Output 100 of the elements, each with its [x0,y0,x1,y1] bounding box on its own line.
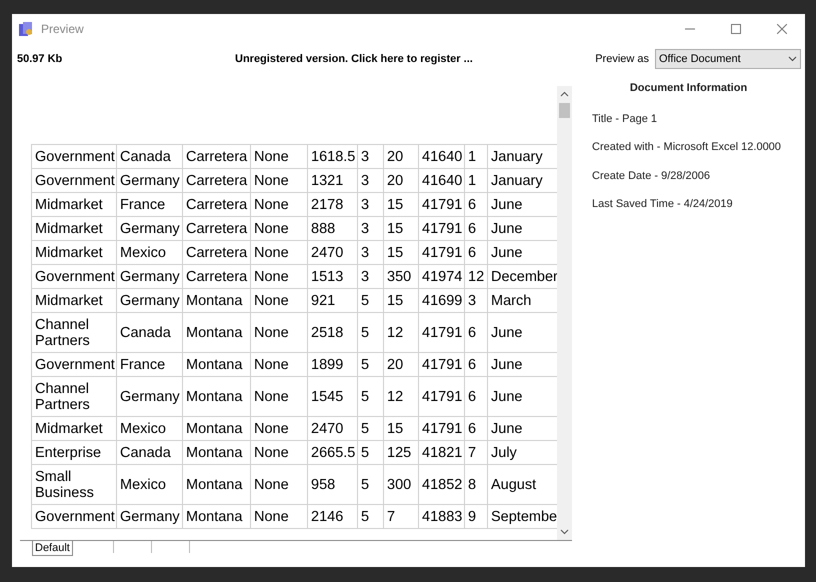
table-cell: 2518 [308,312,358,352]
table-cell: 41791 [418,352,464,376]
table-cell: 6 [464,192,488,216]
table-cell: Carretera [182,192,250,216]
table-cell: 3 [358,192,384,216]
table-cell: Channel Partners [32,376,116,416]
table-cell: 15 [384,416,418,440]
info-line: Last Saved Time - 4/24/2019 [592,197,734,212]
table-cell: 1321 [308,168,358,192]
table-cell: 7 [384,504,418,528]
table-cell: 6 [464,312,488,352]
table-cell: Midmarket [32,192,116,216]
table-cell: Small Business [32,464,116,504]
table-cell: Germany [116,288,182,312]
table-cell: 3 [358,216,384,240]
info-heading: Document Information [628,81,748,96]
table-cell: 20 [384,352,418,376]
table-cell: 41883 [418,504,464,528]
table-cell: 6 [464,376,488,416]
table-cell: France [116,352,182,376]
register-link[interactable]: Unregistered version. Click here to register ... [235,50,473,68]
table-cell: 12 [384,312,418,352]
table-cell: None [250,192,308,216]
table-cell: 2665.5 [308,440,358,464]
table-cell: Government [32,168,116,192]
table-cell: 5 [358,440,384,464]
table-cell: Carretera [182,144,250,168]
table-cell: None [250,144,308,168]
info-line: Create Date - 9/28/2006 [592,168,712,184]
table-cell: 41852 [418,464,464,504]
table-cell: 12 [384,376,418,416]
table-cell: 3 [358,240,384,264]
table-cell: 6 [464,416,488,440]
table-cell: None [250,464,308,504]
table-cell: None [250,440,308,464]
table-cell: Canada [116,144,182,168]
table-cell: 20 [384,144,418,168]
table-cell: 1513 [308,264,358,288]
table-cell: None [250,312,308,352]
table-cell: None [250,504,308,528]
table-cell: 15 [384,288,418,312]
table-cell: Montana [182,416,250,440]
scroll-thumb[interactable] [559,103,570,118]
table-cell: 5 [358,504,384,528]
table-cell: 3 [358,168,384,192]
table-cell: 6 [464,240,488,264]
table-cell: 41791 [418,240,464,264]
table-cell: 41791 [418,216,464,240]
table-cell: Channel Partners [32,312,116,352]
table-cell: Montana [182,288,250,312]
table-cell: 958 [308,464,358,504]
table-cell: 12 [464,264,488,288]
table-cell: 300 [384,464,418,504]
table-cell: Government [32,504,116,528]
table-cell: 5 [358,376,384,416]
table-cell: 2470 [308,240,358,264]
table-cell: 41791 [418,192,464,216]
table-cell: Montana [182,312,250,352]
table-cell: 3 [358,144,384,168]
table-cell: 9 [464,504,488,528]
table-cell: 5 [358,312,384,352]
table-cell: None [250,168,308,192]
table-cell: Montana [182,352,250,376]
table-cell: Mexico [116,464,182,504]
table-cell: None [250,416,308,440]
table-cell: 2470 [308,416,358,440]
table-cell: 3 [464,288,488,312]
table-cell: 350 [384,264,418,288]
table-cell: 1545 [308,376,358,416]
table-cell: 15 [384,192,418,216]
scroll-up-icon [560,91,569,97]
chevron-icon [788,56,797,62]
preview-as-dropdown[interactable]: Office Document [655,49,801,69]
table-cell: 6 [464,352,488,376]
table-cell: Carretera [182,216,250,240]
table-cell: 125 [384,440,418,464]
table-cell: 7 [464,440,488,464]
sheet-tab[interactable]: Default [32,541,73,556]
scroll-down-icon [560,529,569,535]
maximize-icon [731,24,741,34]
app-icon [18,21,34,37]
table-cell: Germany [116,168,182,192]
table-cell: 8 [464,464,488,504]
vertical-scrollbar[interactable] [557,86,572,540]
table-cell: France [116,192,182,216]
table-cell: Government [32,352,116,376]
table-cell: Germany [116,504,182,528]
table-cell: Germany [116,216,182,240]
table-cell: 5 [358,352,384,376]
table-cell: Mexico [116,416,182,440]
table-cell: None [250,216,308,240]
preview-as-label: Preview as [595,52,649,67]
table-cell: None [250,288,308,312]
table-cell: 6 [464,216,488,240]
table-cell: 921 [308,288,358,312]
table-cell: Canada [116,440,182,464]
table-cell: Midmarket [32,216,116,240]
table-cell: 41791 [418,312,464,352]
table-cell: None [250,240,308,264]
table-cell: 2146 [308,504,358,528]
